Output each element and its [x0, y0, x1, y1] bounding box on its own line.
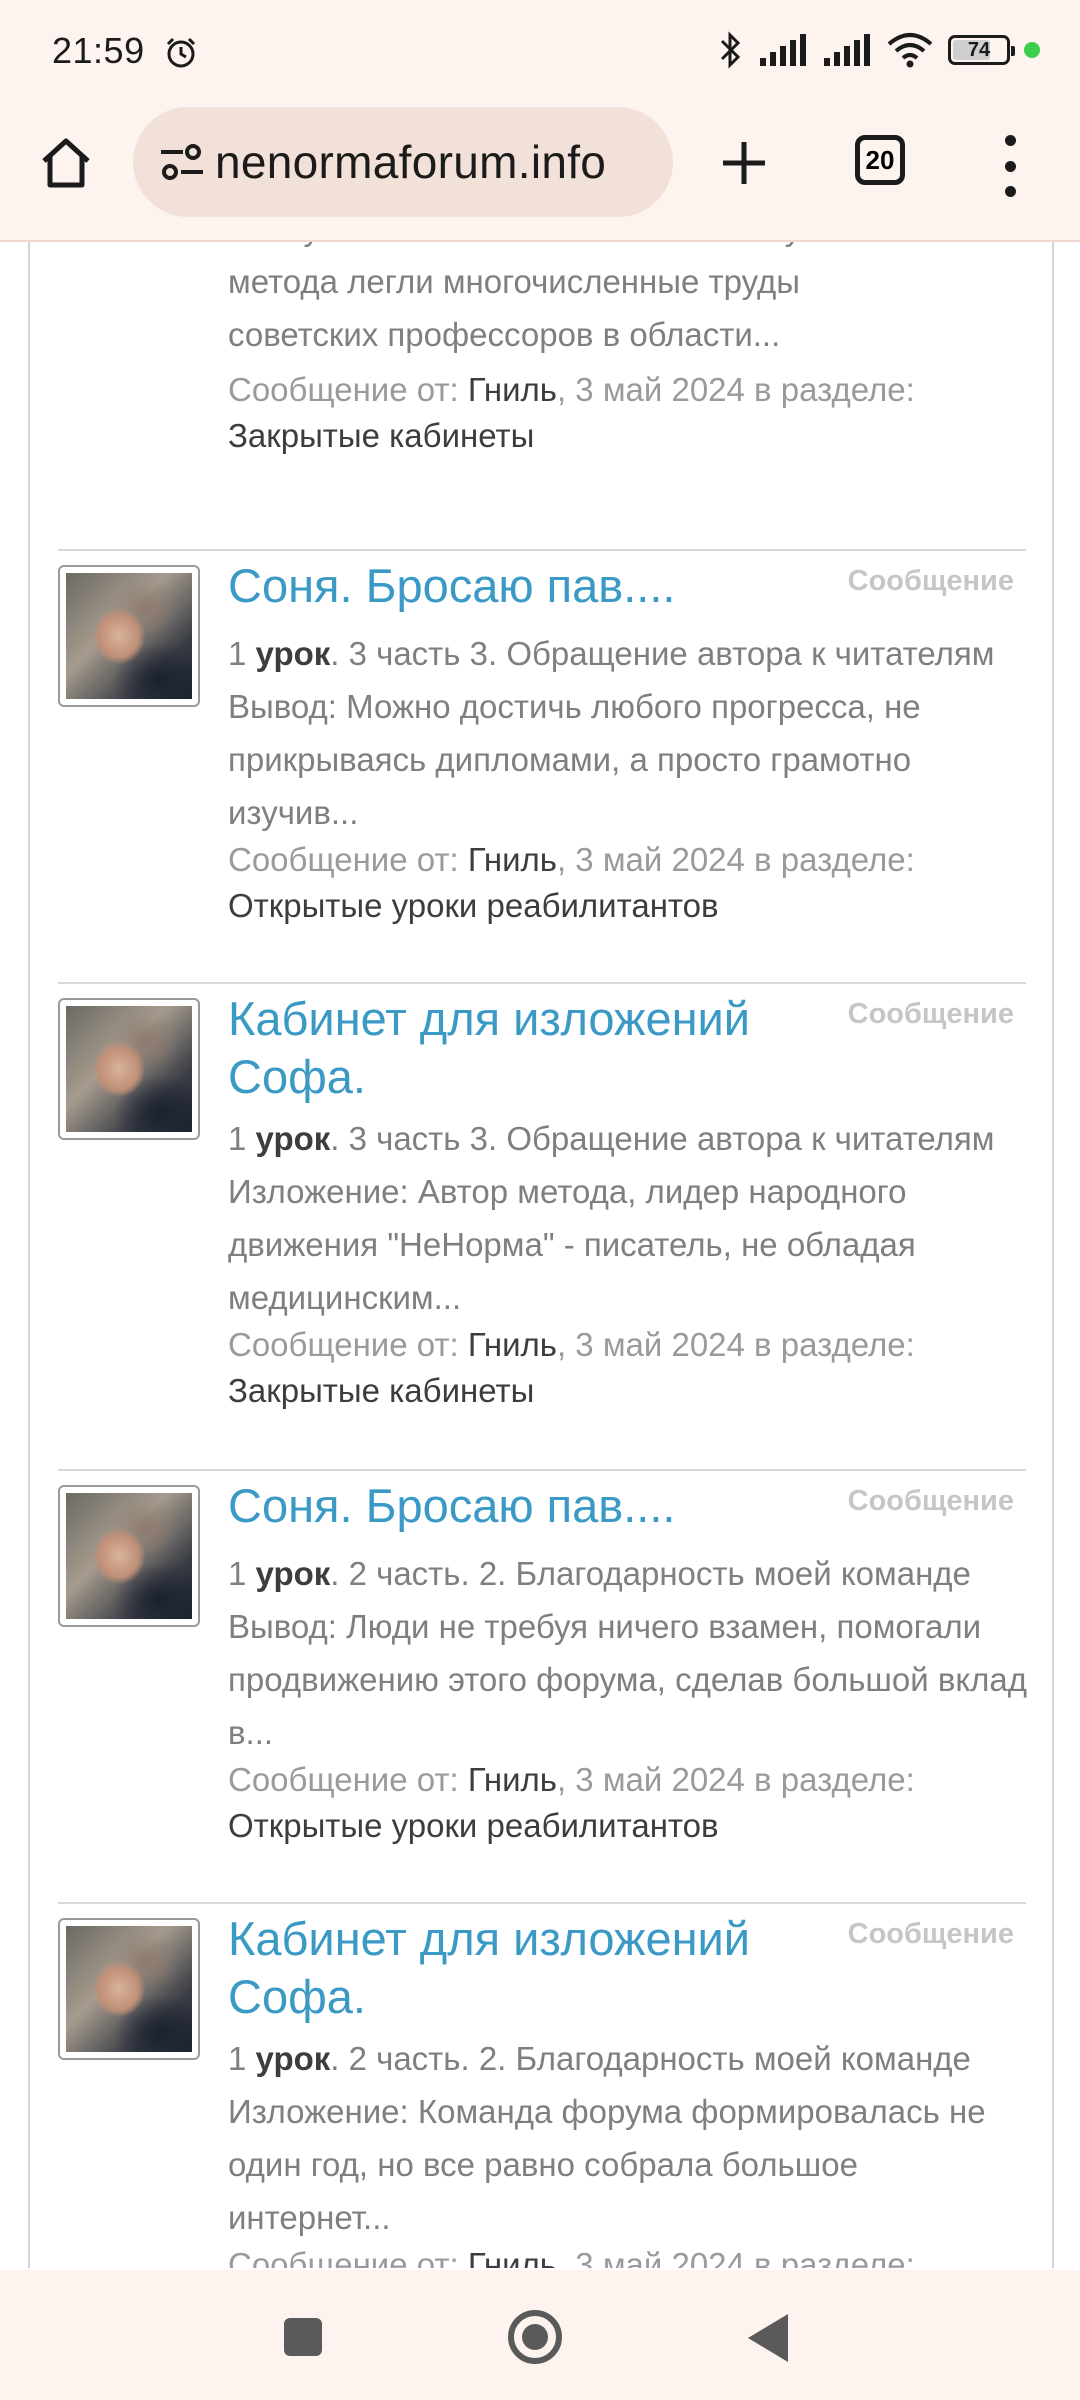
result-meta: Сообщение от: Гниль, 3 май 2024 в раздел…: [228, 2242, 1028, 2268]
home-button[interactable]: [30, 127, 102, 199]
snippet-highlight: урок: [255, 635, 331, 672]
author-link[interactable]: Гниль: [468, 1326, 557, 1363]
divider: [58, 549, 1026, 551]
forum-link[interactable]: Закрытые кабинеты: [228, 417, 534, 454]
result-meta: Сообщение от: Гниль, 3 май 2024 в раздел…: [228, 367, 1028, 459]
result-meta: Сообщение от: Гниль, 3 май 2024 в раздел…: [228, 837, 1028, 929]
result-type: Сообщение: [847, 1485, 1014, 1517]
avatar[interactable]: [58, 565, 200, 707]
result-snippet: самоучителем? Изложение: В основу этого …: [228, 242, 1028, 361]
forum-link[interactable]: Закрытые кабинеты: [228, 1372, 534, 1409]
search-results: самоучителем? Изложение: В основу этого …: [28, 242, 1054, 2268]
snippet-highlight: урок: [255, 1120, 331, 1157]
divider: [58, 982, 1026, 984]
result-type: Сообщение: [847, 1918, 1014, 1950]
url-text[interactable]: nenormaforum.info: [215, 135, 606, 189]
snippet-highlight: урок: [255, 1555, 331, 1592]
avatar-image: [66, 1926, 192, 2052]
result-title[interactable]: Кабинет для изложений Софа.: [228, 1910, 808, 2026]
back-button[interactable]: [748, 2314, 788, 2362]
snippet-text: . 3 часть 3. Обращение автора к читателя…: [228, 1120, 995, 1316]
author-link[interactable]: Гниль: [468, 1761, 557, 1798]
avatar[interactable]: [58, 1918, 200, 2060]
browser-toolbar: nenormaforum.info 20: [0, 105, 1080, 242]
result-type: Сообщение: [847, 565, 1014, 597]
bluetooth-icon: [720, 31, 741, 69]
recents-button[interactable]: [284, 2318, 322, 2356]
menu-dot: [1004, 135, 1016, 146]
snippet-highlight: урок: [255, 2040, 331, 2077]
divider: [58, 1469, 1026, 1471]
tab-switcher-button[interactable]: 20: [855, 135, 905, 185]
system-nav-bar: [0, 2270, 1080, 2400]
avatar-image: [66, 1006, 192, 1132]
status-bar: 21:59 74: [0, 0, 1080, 105]
battery-icon: 74: [948, 35, 1015, 65]
battery-level: 74: [967, 39, 991, 61]
forum-link[interactable]: Открытые уроки реабилитантов: [228, 887, 719, 924]
result-snippet: 1 урок. 3 часть 3. Обращение автора к чи…: [228, 627, 1028, 839]
meta-prefix: Сообщение от:: [228, 2246, 468, 2268]
avatar-image: [66, 1493, 192, 1619]
snippet-line: метода легли многочисленные труды: [228, 263, 800, 300]
alarm-icon: [166, 37, 196, 68]
privacy-indicator-dot: [1024, 42, 1040, 58]
status-time: 21:59: [52, 30, 145, 71]
more-menu-button[interactable]: [990, 131, 1030, 201]
wifi-icon: [887, 33, 933, 68]
snippet-line: самоучителем? Изложение: В основу этого: [228, 242, 1028, 255]
result-meta: Сообщение от: Гниль, 3 май 2024 в раздел…: [228, 1322, 1028, 1414]
snippet-num: 1: [228, 635, 256, 672]
meta-prefix: Сообщение от:: [228, 1761, 468, 1798]
author-link[interactable]: Гниль: [468, 841, 557, 878]
menu-dot: [1004, 160, 1016, 172]
author-link[interactable]: Гниль: [468, 371, 557, 408]
result-title[interactable]: Соня. Бросаю пав....: [228, 1477, 808, 1535]
avatar[interactable]: [58, 998, 200, 1140]
plus-icon: [723, 142, 765, 184]
result-snippet: 1 урок. 2 часть. 2. Благодарность моей к…: [228, 1547, 1028, 1759]
result-type: Сообщение: [847, 998, 1014, 1030]
new-tab-button[interactable]: [708, 127, 780, 199]
result-title[interactable]: Кабинет для изложений Софа.: [228, 990, 808, 1106]
avatar-image: [66, 573, 192, 699]
divider: [58, 1902, 1026, 1904]
snippet-num: 1: [228, 1555, 256, 1592]
snippet-text: . 2 часть. 2. Благодарность моей команде…: [228, 1555, 1028, 1751]
avatar[interactable]: [58, 1485, 200, 1627]
menu-dot: [1004, 186, 1016, 197]
home-icon: [42, 138, 90, 188]
meta-date: , 3 май 2024 в разделе:: [556, 1326, 915, 1363]
snippet-num: 1: [228, 1120, 256, 1157]
result-snippet: 1 урок. 3 часть 3. Обращение автора к чи…: [228, 1112, 1028, 1324]
author-link[interactable]: Гниль: [468, 2246, 557, 2268]
snippet-text: . 2 часть. 2. Благодарность моей команде…: [228, 2040, 986, 2236]
meta-date: , 3 май 2024 в разделе:: [556, 371, 915, 408]
meta-date: , 3 май 2024 в разделе:: [556, 1761, 915, 1798]
signal-icon: [760, 34, 806, 66]
result-title[interactable]: Соня. Бросаю пав....: [228, 557, 808, 615]
snippet-line: советских профессоров в области...: [228, 316, 781, 353]
meta-date: , 3 май 2024 в разделе:: [556, 841, 915, 878]
meta-prefix: Сообщение от:: [228, 371, 468, 408]
meta-prefix: Сообщение от:: [228, 841, 468, 878]
meta-prefix: Сообщение от:: [228, 1326, 468, 1363]
forum-link[interactable]: Открытые уроки реабилитантов: [228, 1807, 719, 1844]
home-nav-button[interactable]: [508, 2310, 562, 2364]
site-settings-icon[interactable]: [155, 135, 209, 189]
result-snippet: 1 урок. 2 часть. 2. Благодарность моей к…: [228, 2032, 1028, 2244]
result-meta: Сообщение от: Гниль, 3 май 2024 в раздел…: [228, 1757, 1028, 1849]
signal-icon-2: [824, 34, 870, 66]
snippet-text: . 3 часть 3. Обращение автора к читателя…: [228, 635, 995, 831]
meta-date: , 3 май 2024 в разделе:: [556, 2246, 915, 2268]
snippet-num: 1: [228, 2040, 256, 2077]
url-bar[interactable]: nenormaforum.info: [133, 107, 673, 217]
